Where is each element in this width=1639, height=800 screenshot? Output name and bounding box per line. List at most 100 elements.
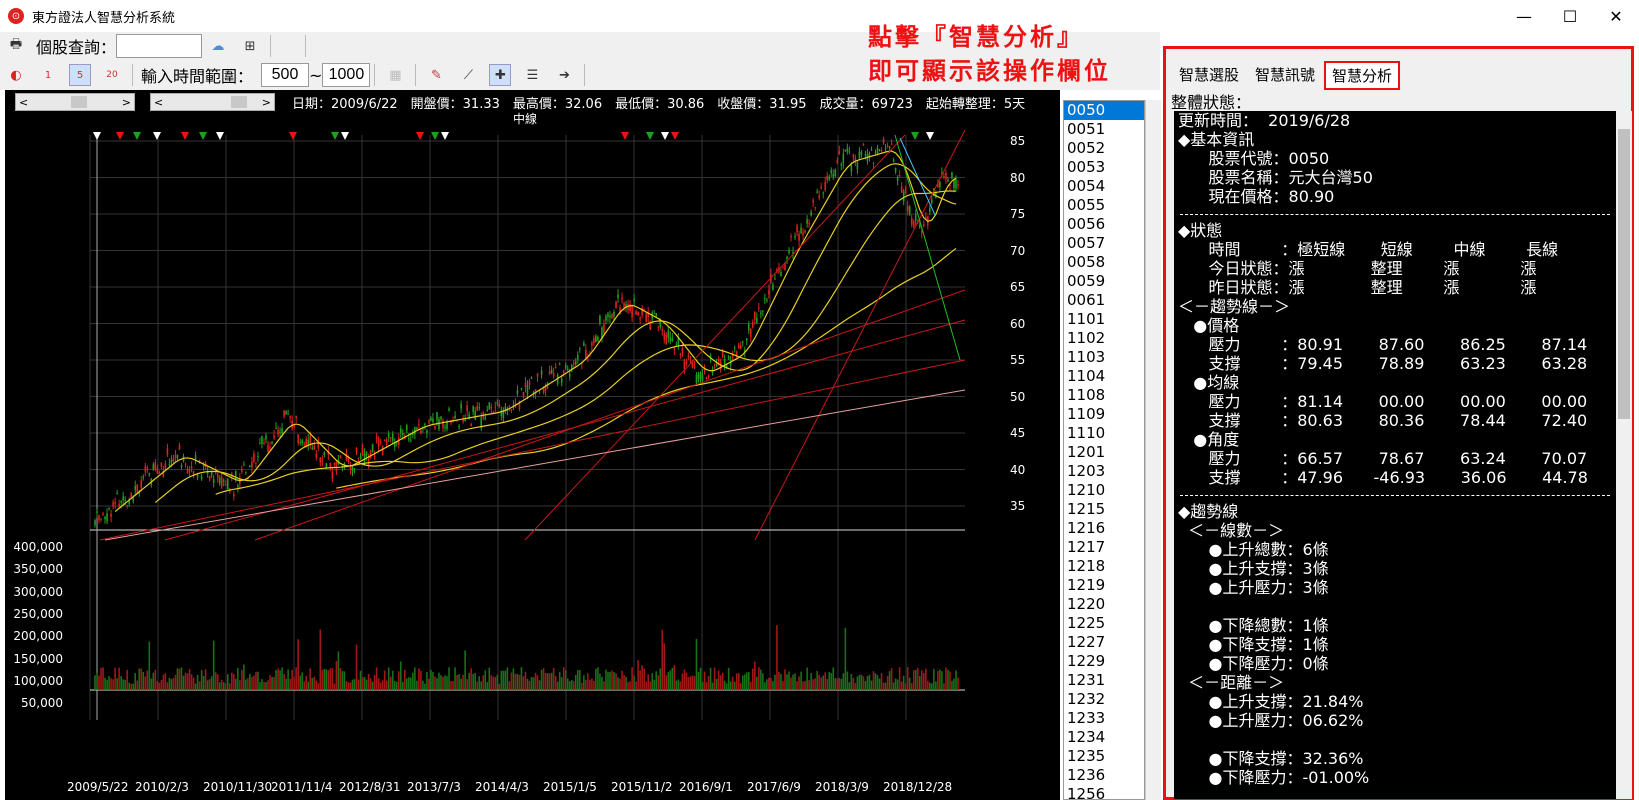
candle-body [241, 469, 243, 472]
volume-bar [301, 672, 303, 690]
stock-list-item[interactable]: 1102 [1064, 329, 1144, 348]
stock-list[interactable]: 0050 0051 0052 0053 0054 0055 0056 0057 0058 0059… [1063, 100, 1145, 800]
y-tick-label: 35 [1010, 499, 1026, 513]
volume-bar [908, 677, 911, 690]
calendar-1-icon[interactable]: 1 [37, 64, 59, 86]
stock-list-item[interactable]: 1231 [1064, 671, 1144, 690]
stock-list-item[interactable]: 0054 [1064, 177, 1144, 196]
stock-list-item[interactable]: 1256 [1064, 785, 1144, 799]
calendar-5-icon[interactable]: 5 [69, 64, 91, 86]
close-button[interactable]: ✕ [1593, 0, 1639, 32]
range-from-input[interactable] [261, 63, 310, 87]
volume-bar [381, 680, 384, 690]
stock-list-item[interactable]: 0052 [1064, 139, 1144, 158]
analysis-line: ●下降支撐：32.36% [1178, 749, 1364, 768]
maximize-button[interactable]: ☐ [1547, 0, 1593, 32]
range-to-input[interactable] [322, 63, 371, 87]
calendar-20-icon[interactable]: 20 [101, 64, 123, 86]
stock-list-item[interactable]: 0055 [1064, 196, 1144, 215]
chart-image-icon[interactable]: ▦ [384, 64, 406, 86]
stock-list-item[interactable]: 1227 [1064, 633, 1144, 652]
stock-list-item[interactable]: 1108 [1064, 386, 1144, 405]
cloud-download-icon[interactable]: ☁ [207, 35, 229, 57]
signal-marker [133, 132, 141, 140]
stock-query-input[interactable] [116, 34, 203, 58]
volume-bar [949, 671, 951, 690]
stock-list-item[interactable]: 1203 [1064, 462, 1144, 481]
stock-list-item[interactable]: 1216 [1064, 519, 1144, 538]
arrow-right-icon[interactable]: ➔ [553, 64, 575, 86]
stock-list-item[interactable]: 1232 [1064, 690, 1144, 709]
volume-bar [138, 668, 141, 690]
stock-list-item[interactable]: 1103 [1064, 348, 1144, 367]
divider [584, 64, 586, 86]
stock-list-item[interactable]: 1201 [1064, 443, 1144, 462]
volume-bar [452, 680, 454, 690]
stock-list-item[interactable]: 1217 [1064, 538, 1144, 557]
stock-list-item[interactable]: 0057 [1064, 234, 1144, 253]
stock-list-item[interactable]: 0061 [1064, 291, 1144, 310]
candle-body [220, 476, 223, 488]
network-tree-icon[interactable]: ⊞ [239, 35, 261, 57]
print-icon[interactable]: 🖶 [5, 35, 27, 57]
stock-list-item[interactable]: 1110 [1064, 424, 1144, 443]
tab-smart-analysis[interactable]: 智慧分析 [1324, 61, 1401, 90]
stock-list-item[interactable]: 0053 [1064, 158, 1144, 177]
stock-list-item[interactable]: 0050 [1064, 101, 1144, 120]
volume-bar [299, 675, 301, 690]
candle-body [375, 436, 378, 439]
stock-list-item[interactable]: 1101 [1064, 310, 1144, 329]
candle-body [810, 211, 812, 216]
volume-bar [806, 667, 808, 690]
stock-list-item[interactable]: 1233 [1064, 709, 1144, 728]
volume-bar [401, 681, 404, 690]
stock-list-item[interactable]: 1215 [1064, 500, 1144, 519]
pie-icon[interactable]: ◐ [5, 64, 27, 86]
volume-bar [695, 638, 698, 690]
stock-list-item[interactable]: 1225 [1064, 614, 1144, 633]
stock-list-item[interactable]: 0059 [1064, 272, 1144, 291]
crosshair-icon[interactable]: ✚ [489, 64, 512, 86]
volume-bar [832, 667, 835, 690]
stock-list-item[interactable]: 1219 [1064, 576, 1144, 595]
tab-smart-select[interactable]: 智慧選股 [1172, 61, 1246, 90]
candle-body [830, 170, 833, 173]
volume-bar [613, 672, 615, 690]
menu-lines-icon[interactable]: ☰ [521, 64, 543, 86]
volume-bar [162, 674, 165, 690]
stock-list-item[interactable]: 0058 [1064, 253, 1144, 272]
stock-list-item[interactable]: 1104 [1064, 367, 1144, 386]
pen-tool-icon[interactable]: ✎ [425, 64, 447, 86]
analysis-scrollbar[interactable] [1616, 111, 1632, 799]
candle-body [653, 313, 656, 315]
candle-body [172, 458, 175, 461]
candle-body [265, 435, 267, 440]
volume-bar [526, 678, 529, 690]
stock-list-item[interactable]: 1210 [1064, 481, 1144, 500]
minimize-button[interactable]: — [1501, 0, 1547, 32]
stock-list-item[interactable]: 1236 [1064, 766, 1144, 785]
stock-list-scrollbar[interactable] [1145, 100, 1161, 800]
volume-bar [890, 668, 893, 690]
tab-smart-signal[interactable]: 智慧訊號 [1248, 61, 1322, 90]
volume-tick-label: 300,000 [13, 584, 63, 599]
stock-list-item[interactable]: 1109 [1064, 405, 1144, 424]
moving-average-line [336, 247, 957, 489]
stock-list-item[interactable]: 1235 [1064, 747, 1144, 766]
candlestick-chart[interactable]: < > < > 日期：2009/6/22 開盤價：31.33 最高價：32.06 最… [5, 90, 1060, 800]
stock-list-item[interactable]: 1234 [1064, 728, 1144, 747]
volume-bar [273, 676, 275, 690]
candle-body [790, 236, 792, 238]
line-tool-icon[interactable]: ⟋ [457, 64, 479, 86]
candle-body [498, 404, 501, 407]
candle-body [146, 467, 149, 469]
stock-list-item[interactable]: 0056 [1064, 215, 1144, 234]
stock-list-item[interactable]: 1220 [1064, 595, 1144, 614]
candle-body [140, 479, 143, 489]
stock-list-item[interactable]: 1229 [1064, 652, 1144, 671]
stock-list-item[interactable]: 1218 [1064, 557, 1144, 576]
stock-list-item[interactable]: 0051 [1064, 120, 1144, 139]
candle-body [929, 207, 931, 212]
volume-bar [233, 673, 235, 690]
volume-bar [470, 668, 472, 690]
